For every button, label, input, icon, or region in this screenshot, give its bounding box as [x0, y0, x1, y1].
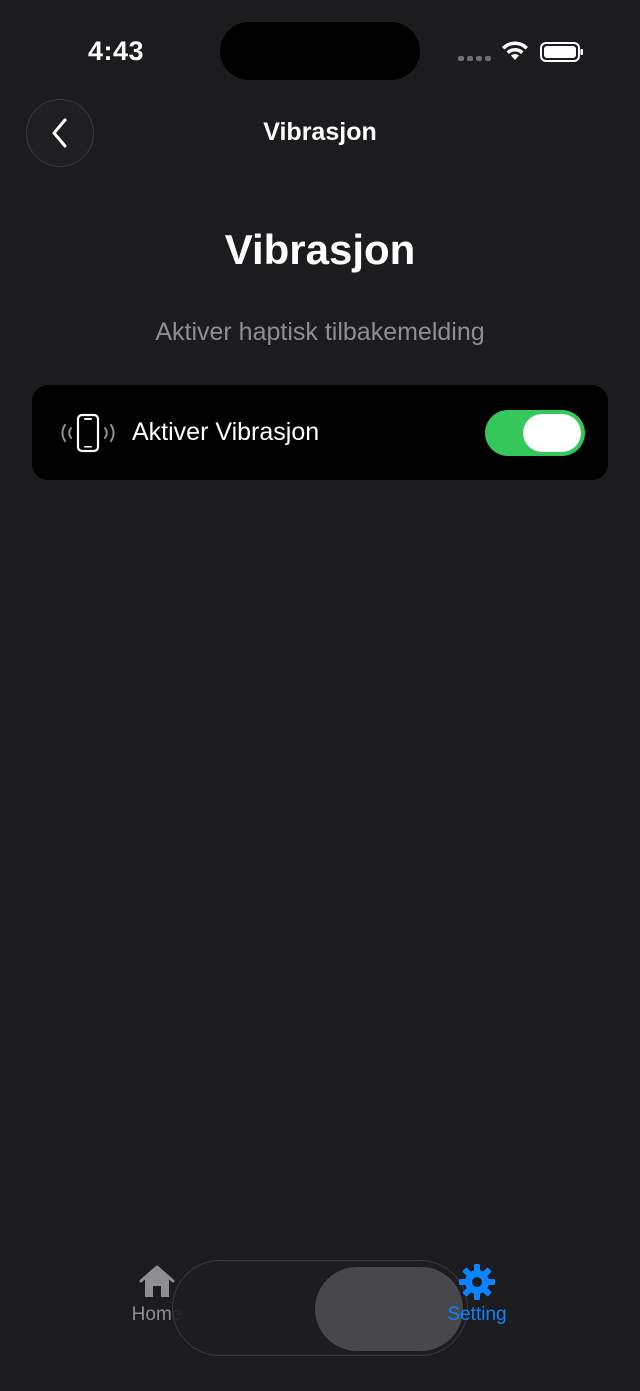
battery-icon: [540, 42, 583, 62]
page-subtitle: Aktiver haptisk tilbakemelding: [155, 318, 485, 346]
status-bar: 4:43: [0, 0, 640, 100]
vibration-row-label: Aktiver Vibrasjon: [132, 418, 320, 446]
settings-card: Aktiver Vibrasjon: [32, 385, 608, 480]
dynamic-island: [220, 22, 420, 80]
phone-vibrate-icon: [61, 413, 115, 453]
page-title: Vibrasjon: [224, 226, 416, 273]
tab-bar: Home Setting: [0, 1250, 640, 1370]
tab-setting-label: Setting: [447, 1304, 507, 1325]
nav-title: Vibrasjon: [263, 118, 377, 146]
cellular-signal-icon: [458, 56, 491, 61]
toggle-knob: [523, 414, 581, 452]
vibration-toggle[interactable]: [485, 410, 585, 456]
tab-setting[interactable]: Setting: [417, 1262, 537, 1326]
status-time: 4:43: [88, 36, 145, 66]
wifi-icon: [502, 41, 528, 60]
gear-icon: [459, 1264, 495, 1300]
house-icon: [139, 1265, 175, 1297]
